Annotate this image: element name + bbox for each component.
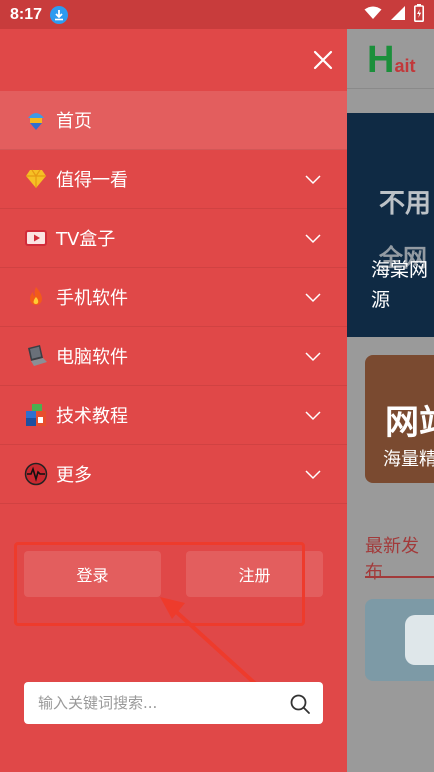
menu-item-home[interactable]: 首页: [0, 91, 347, 150]
fire-icon: [24, 285, 48, 309]
chevron-down-icon: [305, 470, 321, 480]
site-logo: Hait: [367, 39, 416, 81]
close-icon: [313, 50, 333, 70]
search-input[interactable]: [24, 693, 280, 713]
feature-card: 网站 海量精: [365, 355, 434, 483]
navigation-drawer: 首页 值得一看 TV盒子 手机软件 电脑软件 技术教程 更多 登录 注册 输入关…: [0, 29, 347, 772]
menu-item-more[interactable]: 更多: [0, 445, 347, 504]
banner: 不用 全网 海棠网 源: [347, 113, 434, 337]
close-button[interactable]: [308, 45, 338, 75]
pulse-icon: [24, 462, 48, 486]
home-icon: [24, 108, 48, 132]
menu-item-tv-box[interactable]: TV盒子: [0, 209, 347, 268]
diamond-icon: [24, 167, 48, 191]
chevron-down-icon: [305, 352, 321, 362]
menu-item-pc-software[interactable]: 电脑软件: [0, 327, 347, 386]
blocks-icon: [24, 403, 48, 427]
status-bar: 8:17: [0, 0, 434, 29]
section-underline: [365, 576, 434, 578]
chevron-down-icon: [305, 234, 321, 244]
menu-item-tutorials[interactable]: 技术教程: [0, 386, 347, 445]
signal-icon: [390, 5, 406, 25]
divider: [347, 88, 434, 89]
wifi-icon: [364, 5, 382, 24]
chevron-down-icon: [305, 411, 321, 421]
battery-icon: [414, 3, 424, 26]
download-icon: [50, 5, 69, 24]
app-icon: [405, 615, 434, 665]
menu-list: 首页 值得一看 TV盒子 手机软件 电脑软件 技术教程 更多: [0, 91, 347, 504]
list-item: [365, 599, 434, 681]
menu-item-worth-seeing[interactable]: 值得一看: [0, 150, 347, 209]
status-time: 8:17: [10, 5, 43, 23]
background-page: Hait 不用 全网 海棠网 源 网站 海量精 最新发布: [347, 29, 434, 772]
annotation-highlight-box: [14, 542, 305, 626]
laptop-icon: [24, 344, 48, 368]
menu-item-mobile-software[interactable]: 手机软件: [0, 268, 347, 327]
chevron-down-icon: [305, 293, 321, 303]
tv-icon: [24, 226, 48, 250]
search-icon[interactable]: [289, 693, 311, 715]
chevron-down-icon: [305, 175, 321, 185]
search-box: [24, 682, 323, 724]
